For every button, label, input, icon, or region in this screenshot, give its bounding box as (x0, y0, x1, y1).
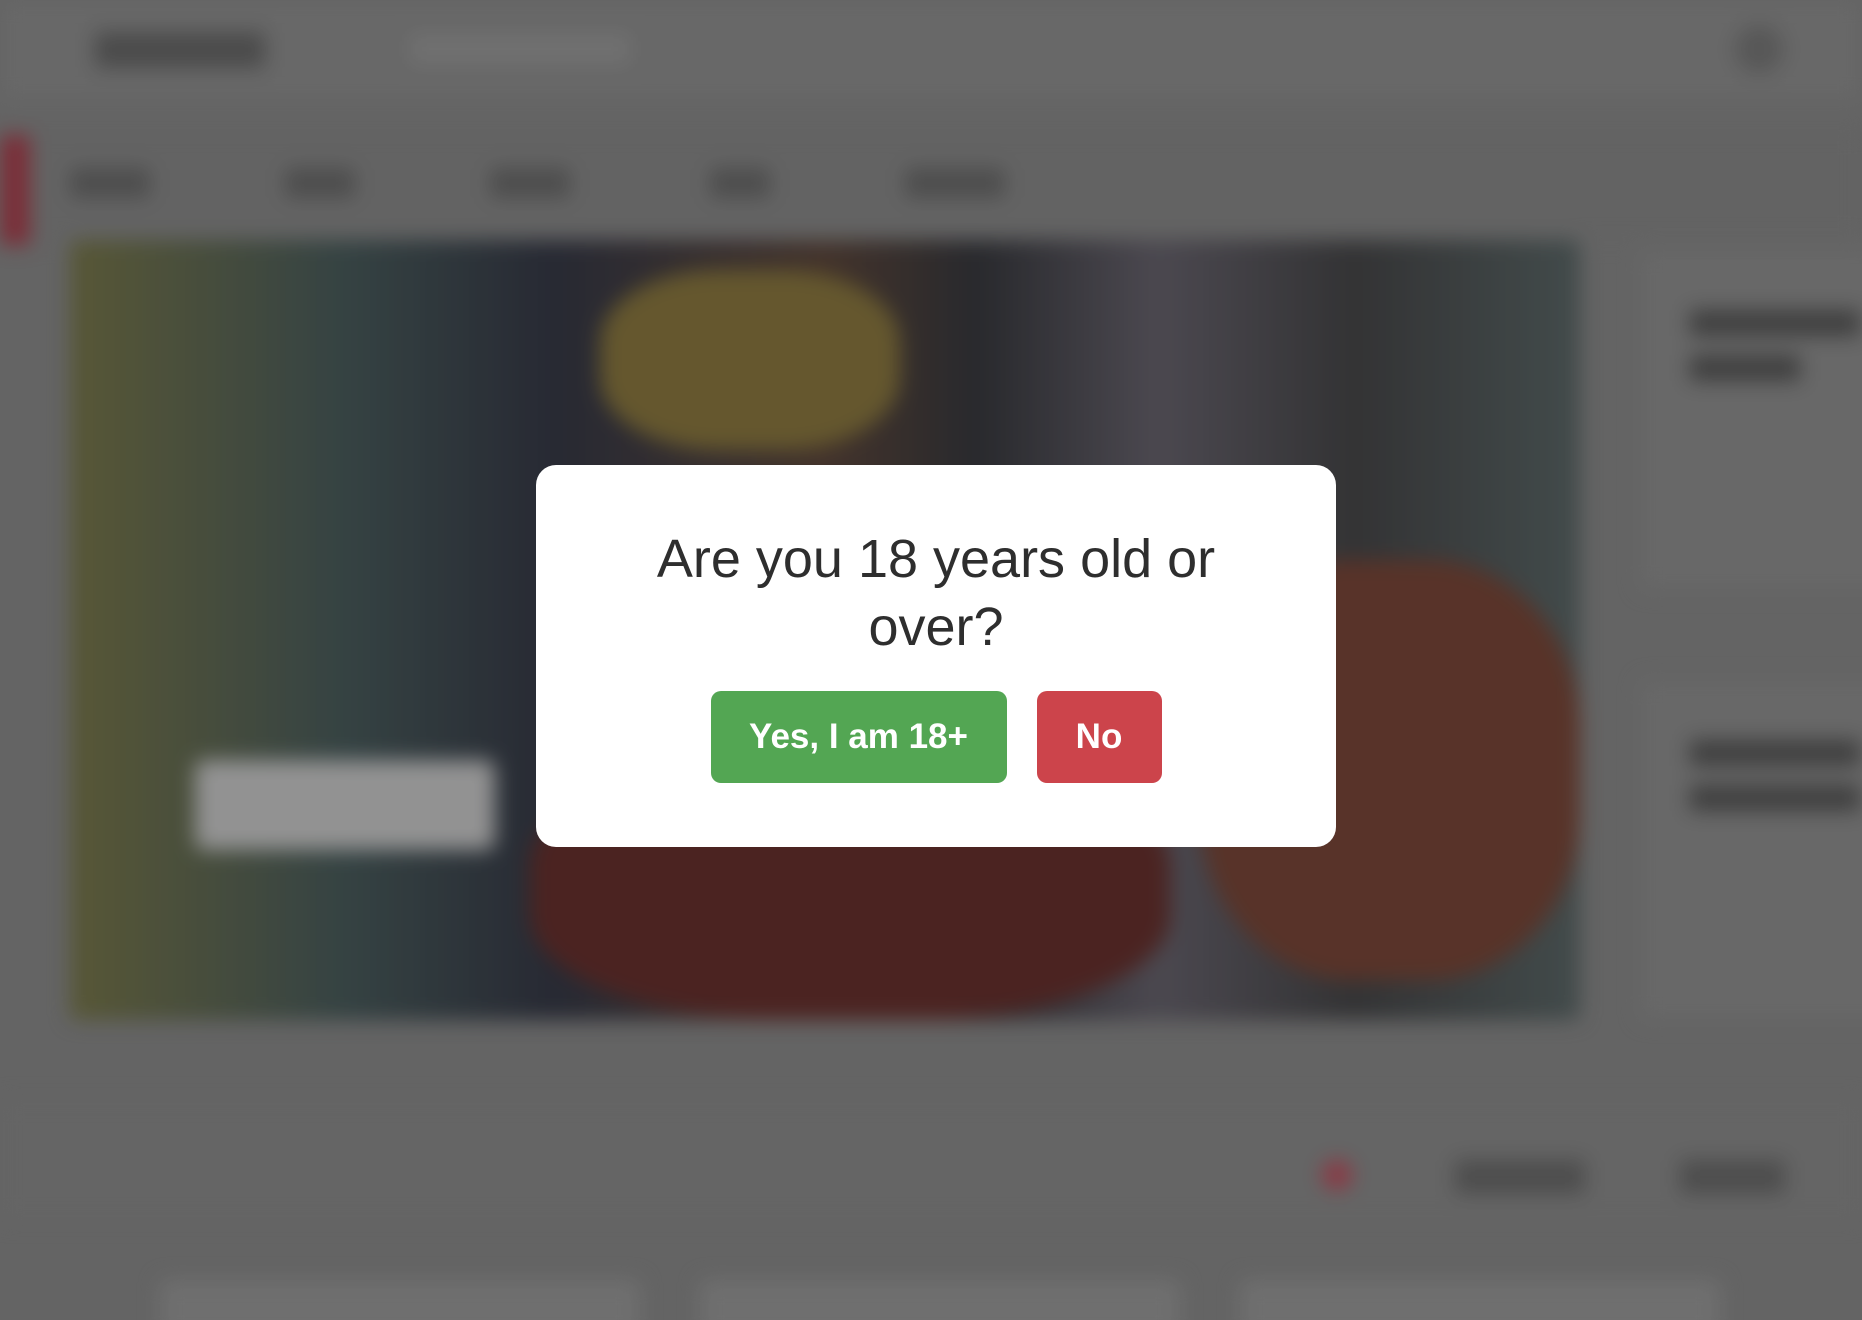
age-question: Are you 18 years old or over? (656, 529, 1216, 657)
confirm-age-button[interactable]: Yes, I am 18+ (710, 691, 1007, 783)
age-verification-modal: Are you 18 years old or over? Yes, I am … (536, 465, 1336, 847)
deny-age-button[interactable]: No (1036, 691, 1162, 783)
page: Are you 18 years old or over? Yes, I am … (0, 0, 1862, 1320)
modal-button-group: Yes, I am 18+ No (536, 691, 1336, 783)
